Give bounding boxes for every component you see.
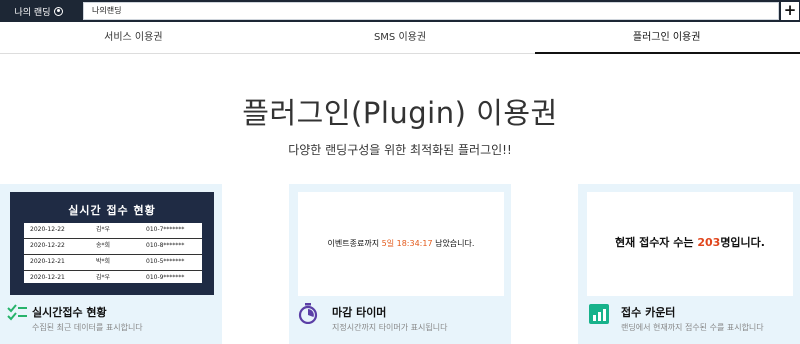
tab-plugin-voucher[interactable]: 플러그인 이용권	[533, 23, 800, 54]
counter-prefix: 현재 접수자 수는	[615, 236, 698, 249]
mypage-label: 나의 랜딩	[14, 7, 51, 18]
timer-preview: 이벤트종료까지 5일 18:34:17 남았습니다.	[298, 192, 504, 296]
card-description: 랜딩에서 현재까지 접수된 수를 표시합니다	[621, 323, 764, 332]
row-date: 2020-12-22	[30, 226, 65, 233]
counter-count: 203	[697, 236, 721, 249]
page-subtitle: 다양한 랜딩구성을 위한 최적화된 플러그인!!	[288, 143, 512, 157]
realtime-board-preview: 실시간 접수 현황 2020-12-22 김*우 010-7******* 20…	[10, 192, 214, 295]
row-date: 2020-12-22	[30, 242, 65, 249]
table-row: 2020-12-22 송*희 010-8*******	[24, 239, 202, 255]
row-name: 송*희	[96, 242, 111, 249]
plugin-card-realtime[interactable]: 실시간 접수 현황 2020-12-22 김*우 010-7******* 20…	[0, 184, 222, 344]
settings-icon[interactable]	[54, 6, 64, 16]
timer-text: 이벤트종료까지 5일 18:34:17 남았습니다.	[298, 238, 504, 249]
row-phone: 010-7*******	[146, 226, 185, 233]
row-date: 2020-12-21	[30, 258, 65, 265]
row-date: 2020-12-21	[30, 274, 65, 281]
row-name: 김*우	[96, 274, 111, 281]
counter-text: 현재 접수자 수는 203명입니다.	[587, 234, 793, 250]
row-name: 박*희	[96, 258, 111, 265]
stopwatch-icon	[298, 303, 318, 324]
tab-service-voucher[interactable]: 서비스 이용권	[0, 23, 267, 53]
card-name: 마감 타이머	[332, 306, 387, 319]
board-title: 실시간 접수 현황	[68, 204, 156, 217]
table-row: 2020-12-21 김*우 010-9*******	[24, 271, 202, 286]
tab-sms-voucher[interactable]: SMS 이용권	[267, 23, 534, 53]
timer-remaining: 5일 18:34:17	[381, 239, 433, 248]
checklist-icon	[7, 304, 27, 321]
top-bar: 나의 랜딩 나의랜딩 +	[0, 0, 800, 22]
timer-prefix: 이벤트종료까지	[327, 239, 382, 248]
card-description: 지정시간까지 타이머가 표시됩니다	[332, 323, 448, 332]
row-name: 김*우	[96, 226, 111, 233]
plugin-card-timer[interactable]: 이벤트종료까지 5일 18:34:17 남았습니다. 마감 타이머 지정시간까지…	[289, 184, 511, 344]
board-table: 2020-12-22 김*우 010-7******* 2020-12-22 송…	[24, 223, 202, 283]
card-name: 실시간접수 현황	[32, 306, 107, 319]
row-phone: 010-5*******	[146, 258, 185, 265]
counter-chart-icon	[589, 304, 609, 324]
timer-suffix: 남았습니다.	[432, 239, 475, 248]
mypage-button[interactable]: 나의 랜딩	[0, 0, 78, 22]
card-name: 접수 카운터	[621, 306, 676, 319]
row-phone: 010-9*******	[146, 274, 185, 281]
counter-suffix: 명입니다.	[720, 236, 765, 249]
counter-preview: 현재 접수자 수는 203명입니다.	[587, 192, 793, 296]
card-description: 수집된 최근 데이터를 표시합니다	[32, 323, 143, 332]
table-row: 2020-12-21 박*희 010-5*******	[24, 255, 202, 271]
landing-page-tab[interactable]: 나의랜딩	[83, 2, 779, 20]
voucher-tabs: 서비스 이용권 SMS 이용권 플러그인 이용권	[0, 23, 800, 54]
row-phone: 010-8*******	[146, 242, 185, 249]
table-row: 2020-12-22 김*우 010-7*******	[24, 223, 202, 239]
add-page-button[interactable]: +	[781, 2, 799, 20]
page-title: 플러그인(Plugin) 이용권	[242, 96, 558, 130]
plugin-card-counter[interactable]: 현재 접수자 수는 203명입니다. 접수 카운터 랜딩에서 현재까지 접수된 …	[578, 184, 800, 344]
